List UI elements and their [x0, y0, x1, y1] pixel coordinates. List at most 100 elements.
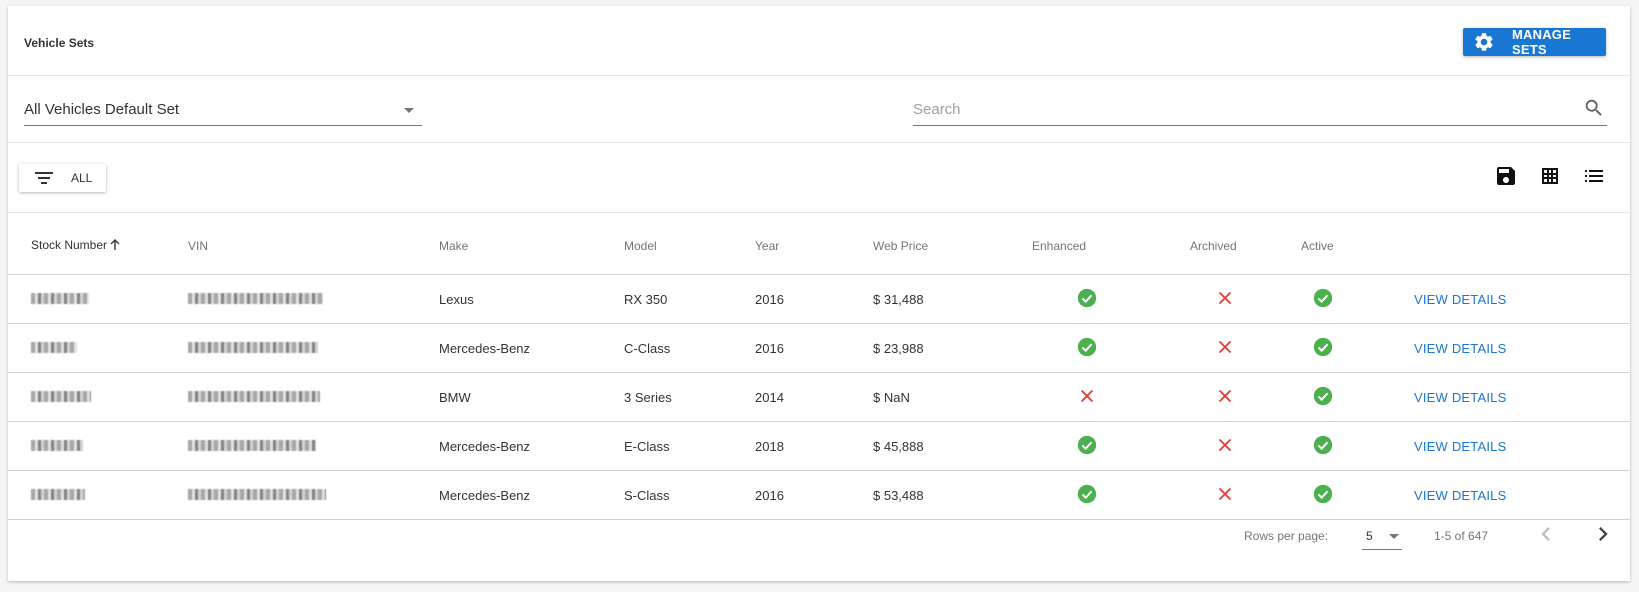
cell-web-price: $ 23,988 [873, 323, 1032, 373]
chevron-right-icon[interactable] [1589, 520, 1617, 548]
column-enhanced[interactable]: Enhanced [1032, 218, 1190, 275]
toolbar: ALL [8, 142, 1630, 213]
cell-vin [188, 421, 439, 471]
cell-archived [1190, 323, 1301, 373]
check-circle-icon [1312, 434, 1334, 456]
arrow-up-icon [109, 239, 121, 254]
cell-stock-number [8, 274, 188, 324]
redacted-vin [188, 341, 318, 353]
close-icon [1214, 287, 1236, 309]
cell-make: Lexus [439, 274, 624, 324]
check-circle-icon [1076, 287, 1098, 309]
check-circle-icon [1312, 385, 1334, 407]
cell-model: RX 350 [624, 274, 755, 324]
cell-stock-number [8, 372, 188, 422]
redacted-stock-number [31, 439, 83, 451]
column-vin[interactable]: VIN [188, 218, 439, 275]
redacted-stock-number [31, 390, 91, 402]
check-circle-icon [1076, 483, 1098, 505]
cell-year: 2018 [755, 421, 873, 471]
search-input[interactable] [913, 97, 1533, 121]
page-title: Vehicle Sets [24, 36, 95, 50]
cell-model: 3 Series [624, 372, 755, 422]
column-year[interactable]: Year [755, 218, 873, 275]
view-details-link[interactable]: VIEW DETAILS [1414, 292, 1506, 307]
filter-row: All Vehicles Default Set [8, 75, 1630, 143]
gear-icon [1473, 31, 1495, 53]
column-actions [1414, 218, 1630, 275]
redacted-vin [188, 488, 326, 500]
vehicle-sets-card: Vehicle Sets MANAGE SETS All Vehicles De… [8, 6, 1630, 581]
check-circle-icon [1312, 336, 1334, 358]
filter-label: ALL [71, 171, 93, 185]
save-icon[interactable] [1494, 164, 1518, 188]
rows-per-page-value: 5 [1366, 529, 1373, 543]
column-web-price[interactable]: Web Price [873, 218, 1032, 275]
vehicle-table: Stock Number VIN Make Model Year Web Pri… [8, 218, 1630, 520]
cell-model: C-Class [624, 323, 755, 373]
pagination-range: 1-5 of 647 [1434, 529, 1489, 543]
search-field [913, 87, 1607, 126]
cell-active [1301, 421, 1414, 471]
search-icon[interactable] [1583, 97, 1605, 119]
column-stock-number[interactable]: Stock Number [8, 218, 188, 275]
table-row[interactable]: BMW 3 Series 2014 $ NaN VIEW DETAILS [8, 372, 1630, 422]
view-details-link[interactable]: VIEW DETAILS [1414, 488, 1506, 503]
cell-actions: VIEW DETAILS [1414, 323, 1630, 373]
close-icon [1214, 336, 1236, 358]
table-row[interactable]: Mercedes-Benz E-Class 2018 $ 45,888 VIEW DET… [8, 421, 1630, 471]
cell-make: BMW [439, 372, 624, 422]
cell-actions: VIEW DETAILS [1414, 274, 1630, 324]
cell-vin [188, 274, 439, 324]
column-label: Stock Number [31, 238, 108, 252]
cell-year: 2016 [755, 274, 873, 324]
close-icon [1214, 434, 1236, 456]
close-icon [1214, 385, 1236, 407]
cell-year: 2014 [755, 372, 873, 422]
column-model[interactable]: Model [624, 218, 755, 275]
cell-enhanced [1032, 372, 1190, 422]
vehicle-set-value: All Vehicles Default Set [24, 101, 180, 118]
cell-web-price: $ NaN [873, 372, 1032, 422]
cell-enhanced [1032, 274, 1190, 324]
cell-active [1301, 372, 1414, 422]
view-details-link[interactable]: VIEW DETAILS [1414, 341, 1506, 356]
rows-per-page-select[interactable]: 5 [1362, 521, 1402, 550]
check-circle-icon [1312, 483, 1334, 505]
close-icon [1214, 483, 1236, 505]
redacted-vin [188, 390, 320, 402]
redacted-vin [188, 439, 316, 451]
table-row[interactable]: Mercedes-Benz C-Class 2016 $ 23,988 VIEW DET… [8, 323, 1630, 373]
cell-model: E-Class [624, 421, 755, 471]
redacted-vin [188, 292, 323, 304]
column-make[interactable]: Make [439, 218, 624, 275]
chevron-left-icon[interactable] [1532, 520, 1560, 548]
cell-enhanced [1032, 323, 1190, 373]
cell-active [1301, 323, 1414, 373]
column-active[interactable]: Active [1301, 218, 1414, 275]
redacted-stock-number [31, 341, 77, 353]
cell-web-price: $ 45,888 [873, 421, 1032, 471]
redacted-stock-number [31, 488, 85, 500]
column-archived[interactable]: Archived [1190, 218, 1301, 275]
vehicle-set-select[interactable]: All Vehicles Default Set [24, 87, 422, 126]
cell-web-price: $ 31,488 [873, 274, 1032, 324]
close-icon [1076, 385, 1098, 407]
cell-actions: VIEW DETAILS [1414, 421, 1630, 471]
pagination-footer: Rows per page: 5 1-5 of 647 [8, 508, 1630, 581]
grid-view-icon[interactable] [1538, 164, 1562, 188]
manage-sets-label: MANAGE SETS [1512, 27, 1571, 57]
filter-list-icon [35, 170, 53, 186]
table-row[interactable]: Lexus RX 350 2016 $ 31,488 VIEW DETAILS [8, 274, 1630, 324]
check-circle-icon [1312, 287, 1334, 309]
manage-sets-button[interactable]: MANAGE SETS [1463, 27, 1606, 57]
view-details-link[interactable]: VIEW DETAILS [1414, 390, 1506, 405]
check-circle-icon [1076, 336, 1098, 358]
view-details-link[interactable]: VIEW DETAILS [1414, 439, 1506, 454]
table-body: Lexus RX 350 2016 $ 31,488 VIEW DETAILS Merce… [8, 274, 1630, 520]
list-view-icon[interactable] [1582, 164, 1606, 188]
cell-vin [188, 323, 439, 373]
filter-all-button[interactable]: ALL [19, 164, 106, 192]
cell-make: Mercedes-Benz [439, 421, 624, 471]
cell-archived [1190, 274, 1301, 324]
